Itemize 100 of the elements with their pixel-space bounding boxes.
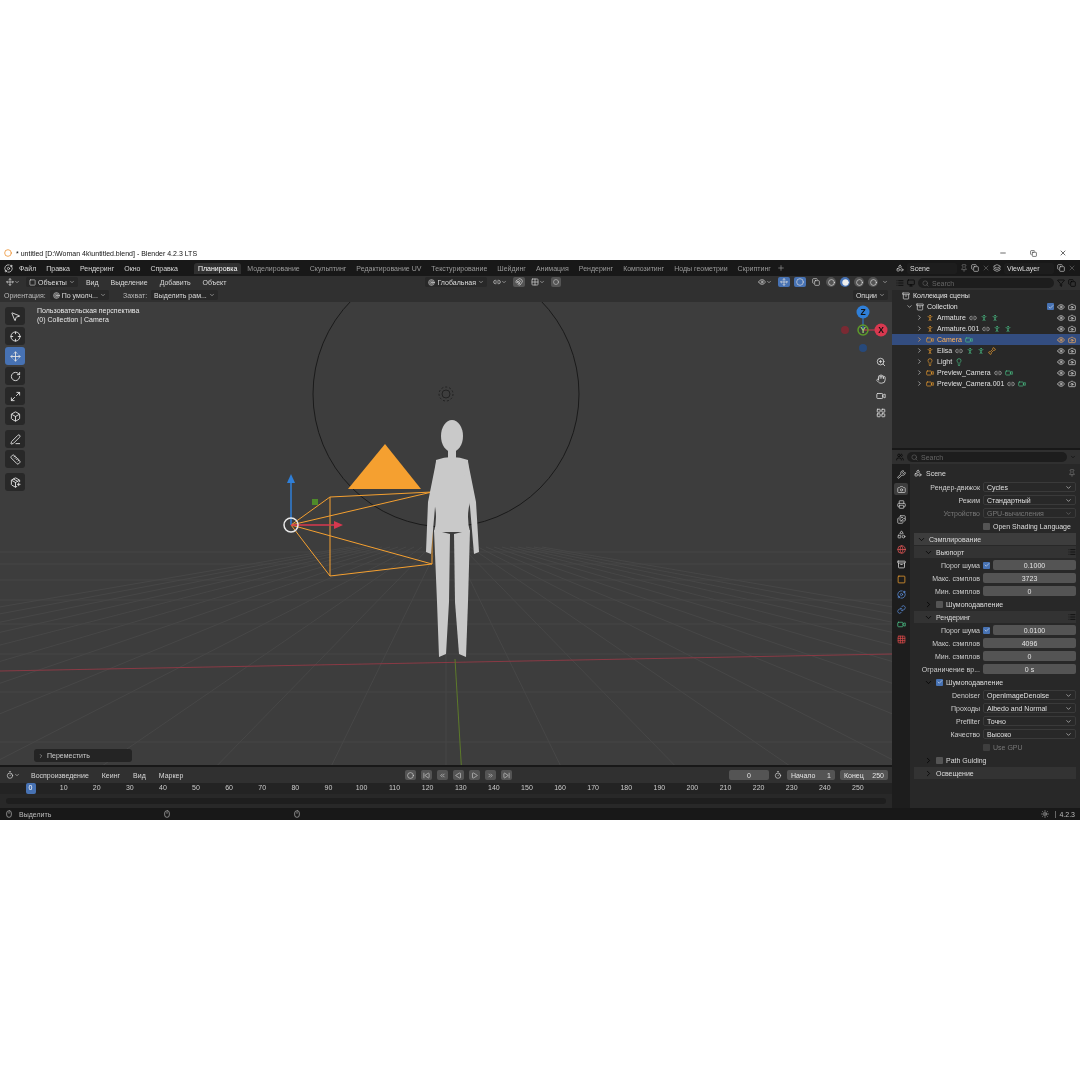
checkbox[interactable] (1047, 303, 1054, 310)
properties-tab[interactable] (894, 468, 908, 480)
square-icon (896, 574, 906, 584)
checkbox[interactable] (936, 756, 943, 764)
bone-icon (988, 346, 997, 355)
xray-button[interactable] (810, 277, 822, 288)
figure-icon (993, 324, 1002, 333)
properties-tab[interactable] (894, 528, 908, 540)
properties-tab[interactable] (894, 483, 908, 495)
prev-keyframe-button[interactable] (436, 770, 448, 781)
tool-button[interactable] (5, 347, 25, 366)
eye-icon (1057, 324, 1065, 333)
globe-icon (896, 544, 906, 554)
checkbox[interactable] (936, 678, 943, 686)
material-sphere-icon[interactable] (854, 277, 864, 288)
ruler-icon (9, 453, 21, 465)
rendered-sphere-icon[interactable] (868, 277, 878, 288)
checkbox[interactable] (983, 561, 990, 569)
caret-icon (500, 279, 507, 286)
layers-icon (993, 264, 1001, 272)
wireframe-sphere-icon[interactable] (826, 277, 836, 288)
figure-icon (990, 313, 999, 322)
snap-button[interactable] (512, 277, 525, 288)
eye-icon (1057, 313, 1065, 322)
mouse-icon (163, 810, 172, 819)
close-icon (1068, 264, 1076, 272)
circle-icon (855, 278, 863, 286)
properties-tab[interactable] (894, 543, 908, 555)
solid-sphere-icon[interactable] (840, 277, 850, 288)
tool-button[interactable] (5, 407, 25, 426)
gizmo-button[interactable] (778, 277, 790, 288)
pan-button[interactable] (873, 371, 888, 387)
checkbox[interactable] (936, 600, 943, 608)
checkbox[interactable] (983, 522, 990, 530)
properties-tab[interactable] (894, 588, 908, 600)
record-button[interactable] (404, 770, 416, 781)
checkbox[interactable] (983, 626, 990, 634)
snap-target-button[interactable] (528, 277, 547, 288)
move-arrows-icon (9, 350, 21, 362)
caret-icon (208, 292, 215, 299)
search-icon (911, 453, 918, 461)
tool-button[interactable] (5, 430, 25, 449)
copy-icon (812, 278, 820, 287)
tool-button[interactable] (5, 327, 25, 346)
editor-type-button[interactable] (4, 770, 22, 781)
shapes-icon (914, 469, 922, 477)
tool-button[interactable] (5, 473, 25, 492)
wrench-icon (896, 469, 906, 479)
bulb-icon (926, 357, 934, 366)
navigation-gizmo[interactable] (841, 305, 888, 353)
figure-icon (966, 346, 975, 355)
minimize-icon (999, 249, 1007, 257)
tool-button[interactable] (5, 387, 25, 406)
zoom-icon (875, 356, 886, 367)
properties-tab[interactable] (894, 558, 908, 570)
link-icon (896, 604, 906, 614)
jump-end-button[interactable] (500, 770, 512, 781)
plane-handle (312, 499, 318, 506)
gizmo-z-label: Z (860, 307, 866, 318)
stopwatch-icon (774, 771, 782, 780)
images-icon (896, 514, 906, 524)
video-camera-icon (926, 335, 934, 344)
grid-icon (875, 407, 886, 418)
play-reverse-button[interactable] (452, 770, 464, 781)
overlay-button[interactable] (794, 277, 806, 288)
display-mode-icon (896, 279, 904, 287)
caret-icon (766, 279, 772, 286)
video-camera-icon (1018, 379, 1027, 388)
tool-button[interactable] (5, 450, 25, 469)
skip-back-icon (422, 771, 430, 779)
tool-button[interactable] (5, 367, 25, 386)
jump-start-button[interactable] (420, 770, 432, 781)
link-icon (982, 324, 991, 333)
properties-tab[interactable] (894, 573, 908, 585)
app-logo-icon (4, 249, 12, 257)
proportional-button[interactable] (550, 277, 561, 288)
properties-tab[interactable] (894, 513, 908, 525)
skip-forward-icon (502, 771, 510, 779)
move-arrows-icon (6, 278, 14, 287)
tool-button[interactable] (5, 307, 25, 326)
caret-icon (477, 279, 484, 286)
figure-icon (979, 313, 988, 322)
play-button[interactable] (468, 770, 480, 781)
camera-icon (1068, 368, 1076, 377)
video-camera-icon (926, 379, 934, 388)
next-keyframe-button[interactable] (484, 770, 496, 781)
video-camera-icon (964, 335, 973, 344)
editor-type-button[interactable] (4, 277, 22, 288)
camera-back-icon (896, 484, 906, 494)
hand-icon (875, 373, 886, 384)
pin-icon (960, 264, 968, 272)
copy-icon (1029, 249, 1037, 257)
properties-tab[interactable] (894, 498, 908, 510)
z-arrow (287, 474, 295, 527)
check-icon (936, 679, 943, 685)
add-icon (776, 264, 785, 272)
printer-icon (896, 499, 906, 509)
visibility-button[interactable] (756, 277, 774, 288)
properties-tab[interactable] (894, 633, 908, 645)
video-camera-icon (896, 619, 906, 629)
